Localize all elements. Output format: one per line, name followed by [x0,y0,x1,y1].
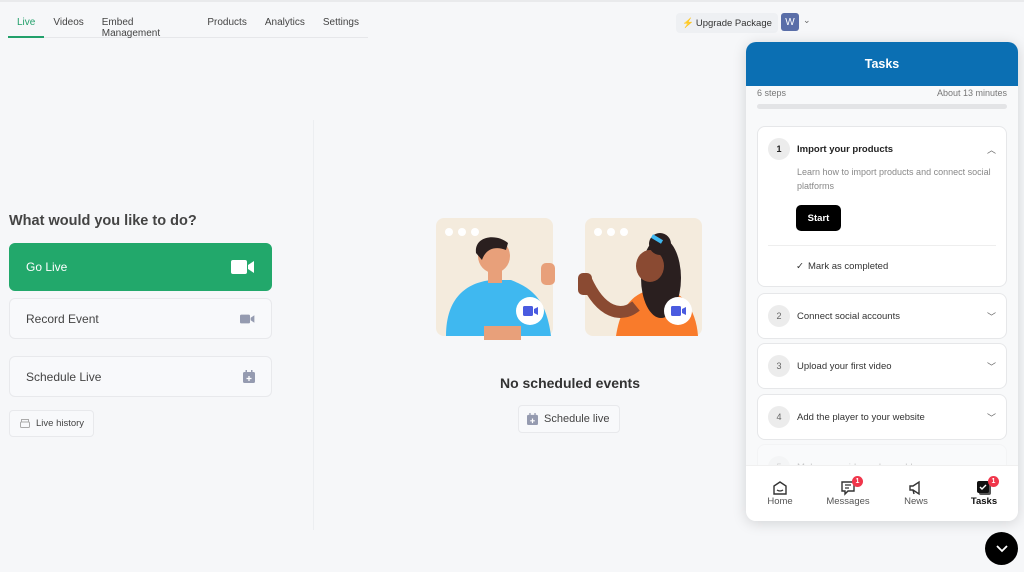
task-step-2[interactable]: 2 Connect social accounts ﹀ [757,293,1007,339]
lightning-icon: ⚡ [682,17,694,29]
nav-tasks[interactable]: 1 Tasks [954,476,1014,507]
megaphone-icon [909,480,920,496]
empty-state-illustration [436,218,702,340]
tab-live[interactable]: Live [8,10,45,38]
check-icon: ✓ [796,260,804,272]
video-camera-icon [240,314,255,323]
empty-state-title: No scheduled events [499,375,641,391]
main-tabs: Live Videos Embed Management Products An… [8,10,368,39]
duration: About 13 minutes [936,88,1007,98]
home-icon [773,481,787,495]
chevron-down-icon [995,544,1008,552]
chevron-down-icon[interactable]: ⌄ [803,15,811,26]
chevron-down-icon: ﹀ [986,412,996,423]
schedule-live-small-button[interactable]: Schedule live [518,405,620,433]
tab-settings[interactable]: Settings [314,10,368,38]
collapse-panel-button[interactable] [985,532,1018,565]
badge: 1 [852,476,863,487]
tab-analytics[interactable]: Analytics [256,10,314,38]
task-description: Learn how to import products and connect… [797,167,991,191]
live-history-button[interactable]: Live history [9,410,94,437]
calendar-plus-icon [243,370,255,383]
upgrade-package-button[interactable]: ⚡ Upgrade Package [676,13,778,33]
go-live-button[interactable]: Go Live [9,243,272,291]
tasks-panel: Tasks 6 steps About 13 minutes 1 Import yo… [746,42,1018,521]
section-title: What would you like to do? [9,213,197,229]
tab-embed-management[interactable]: Embed Management [93,10,199,39]
mark-as-completed-button[interactable]: ✓ Mark as completed [758,246,1006,286]
task-step-3[interactable]: 3 Upload your first video ﹀ [757,343,1007,389]
video-camera-icon [231,260,254,274]
nav-news[interactable]: News [886,480,946,507]
steps-count: 6 steps [757,88,787,98]
start-button[interactable]: Start [796,205,841,231]
task-step-1: 1 Import your products ︿ Learn how to impo… [757,126,1007,287]
tab-products[interactable]: Products [198,10,255,38]
nav-home[interactable]: Home [750,480,810,507]
tasks-panel-title: Tasks [746,42,1018,86]
tab-videos[interactable]: Videos [44,10,92,38]
divider [313,120,314,530]
chevron-down-icon: ﹀ [986,361,996,372]
schedule-live-button[interactable]: Schedule Live [9,356,272,397]
chevron-up-icon: ︿ [986,144,996,155]
archive-icon [20,419,30,428]
top-navigation: Live Videos Embed Management Products An… [0,0,1024,39]
panel-bottom-nav: Home 1 Messages News 1 Tasks [746,465,1018,521]
avatar[interactable]: W [781,13,799,31]
nav-messages[interactable]: 1 Messages [818,476,878,507]
calendar-plus-icon [527,413,538,425]
progress-bar [757,104,1007,109]
chevron-down-icon: ﹀ [986,311,996,322]
record-event-button[interactable]: Record Event [9,298,272,339]
badge: 1 [988,476,999,487]
task-step-4[interactable]: 4 Add the player to your website ﹀ [757,394,1007,440]
